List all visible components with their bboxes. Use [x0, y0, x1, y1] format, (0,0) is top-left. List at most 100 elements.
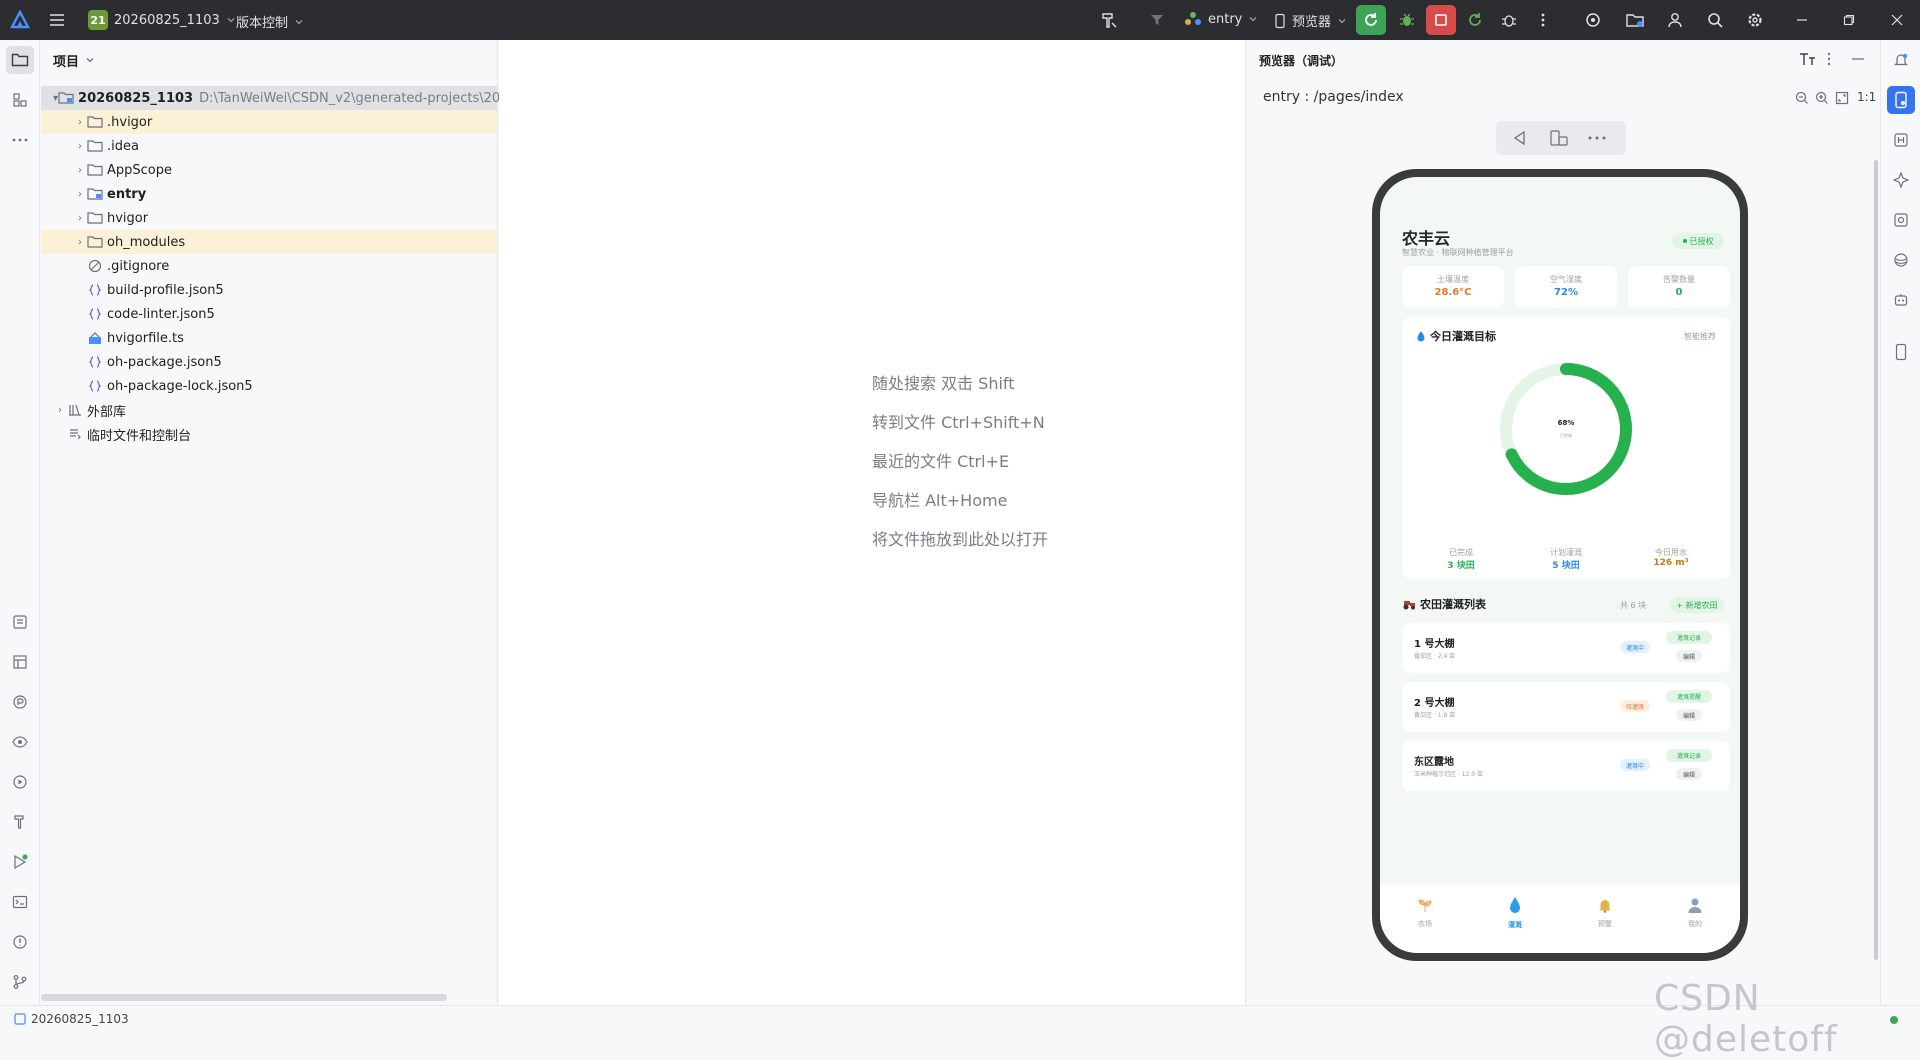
project-name: 20260825_1103 — [114, 12, 220, 28]
search-icon[interactable] — [1700, 5, 1730, 35]
chevron-right-icon[interactable]: › — [73, 117, 87, 128]
close-window-icon[interactable] — [1882, 5, 1912, 35]
profiler-icon[interactable] — [6, 688, 34, 716]
inspector-eye-icon[interactable] — [6, 728, 34, 756]
more-tools-icon[interactable] — [6, 126, 34, 154]
tree-root[interactable]: ▾ 20260825_1103 D:\TanWeiWei\CSDN_v2\gen… — [41, 86, 542, 110]
vcs-menu[interactable]: 版本控制 — [236, 12, 304, 31]
zoom-in-icon[interactable] — [1815, 91, 1829, 105]
build-icon[interactable] — [6, 808, 34, 836]
tree-item[interactable]: hvigorfile.ts — [41, 326, 497, 350]
tree-item[interactable]: code-linter.json5 — [41, 302, 497, 326]
settings-gear-icon[interactable] — [1740, 5, 1770, 35]
rotate-device-icon[interactable] — [1549, 129, 1569, 147]
restore-window-icon[interactable] — [1834, 5, 1864, 35]
plugin-icon[interactable] — [1578, 5, 1608, 35]
previewer-device-icon[interactable] — [1887, 86, 1915, 114]
more-actions-icon[interactable] — [1528, 5, 1558, 35]
todo-icon[interactable] — [6, 608, 34, 636]
minimize-icon[interactable] — [1787, 5, 1817, 35]
chevron-right-icon[interactable]: › — [73, 213, 87, 224]
field-action-primary[interactable]: 灌溉记录 — [1666, 631, 1712, 644]
device-more-icon[interactable] — [1588, 136, 1606, 140]
code-check-icon[interactable] — [1887, 206, 1915, 234]
tree-item[interactable]: › oh_modules — [41, 230, 497, 254]
project-folder-icon[interactable] — [6, 46, 34, 74]
tab-user[interactable]: 我的 — [1668, 895, 1722, 929]
tree-item[interactable]: › .idea — [41, 134, 497, 158]
stat-card-humidity[interactable]: 空气湿度 72% — [1515, 266, 1617, 308]
zoom-out-icon[interactable] — [1795, 91, 1809, 105]
more-options-icon[interactable] — [1827, 52, 1831, 66]
device-manager-icon[interactable] — [1887, 338, 1915, 366]
tab-bell[interactable]: 预警 — [1578, 895, 1632, 929]
tree-item[interactable]: › entry — [41, 182, 497, 206]
tree-scratches[interactable]: 临时文件和控制台 — [41, 422, 497, 446]
run-icon[interactable] — [6, 848, 34, 876]
database-icon[interactable] — [1887, 246, 1915, 274]
robot-icon[interactable] — [1887, 286, 1915, 314]
zoom-one-to-one[interactable]: 1:1 — [1857, 90, 1876, 104]
account-icon[interactable] — [1660, 5, 1690, 35]
attach-debugger-icon[interactable] — [1494, 5, 1524, 35]
tree-item[interactable]: oh-package-lock.json5 — [41, 374, 497, 398]
terminal-icon[interactable] — [6, 888, 34, 916]
problems-icon[interactable] — [6, 928, 34, 956]
reload-icon[interactable] — [1460, 5, 1490, 35]
chevron-right-icon[interactable]: › — [53, 405, 67, 416]
tab-water-drop[interactable]: 灌溉 — [1488, 895, 1542, 930]
ai-assistant-icon[interactable] — [1887, 166, 1915, 194]
chevron-right-icon[interactable]: › — [73, 189, 87, 200]
tree-item[interactable]: oh-package.json5 — [41, 350, 497, 374]
tree-item[interactable]: › .hvigor — [41, 110, 497, 134]
tree-item[interactable]: › AppScope — [41, 158, 497, 182]
field-action-edit[interactable]: 编辑 — [1676, 768, 1702, 780]
chevron-right-icon[interactable]: › — [73, 237, 87, 248]
tree-item[interactable]: › hvigor — [41, 206, 497, 230]
device-selector[interactable]: 预览器 — [1274, 11, 1347, 30]
field-card[interactable]: 东区露地 玉米种植示范区 · 12.0 亩 灌溉中 灌溉记录 编辑 — [1402, 741, 1730, 791]
notifications-bell-icon[interactable] — [1887, 46, 1915, 74]
tree-external-libs[interactable]: › 外部库 — [41, 398, 497, 422]
main-menu-icon[interactable] — [48, 11, 66, 29]
stop-button[interactable] — [1426, 5, 1456, 35]
goal-link[interactable]: 智能推荐 — [1684, 331, 1716, 342]
back-icon[interactable] — [1511, 129, 1529, 147]
services-icon[interactable] — [6, 768, 34, 796]
structure-icon[interactable] — [6, 86, 34, 114]
chevron-right-icon[interactable]: › — [73, 141, 87, 152]
run-refresh-button[interactable] — [1356, 5, 1386, 35]
folder-sync-icon[interactable] — [1620, 5, 1650, 35]
field-card[interactable]: 2 号大棚 黄瓜区 · 1.8 亩 待灌溉 灌溉提醒 编辑 — [1402, 682, 1730, 732]
filter-icon[interactable] — [1142, 5, 1172, 35]
project-panel-header[interactable]: 项目 — [41, 40, 497, 80]
field-card[interactable]: 1 号大棚 番茄区 · 2.4 亩 灌溉中 灌溉记录 编辑 — [1402, 623, 1730, 673]
status-project-name[interactable]: 20260825_1103 — [31, 1012, 129, 1026]
tree-item[interactable]: build-profile.json5 — [41, 278, 497, 302]
stat-card-alerts[interactable]: 告警数量 0 — [1628, 266, 1730, 308]
editor-empty-area[interactable]: 随处搜索 双击 Shift 转到文件 Ctrl+Shift+N 最近的文件 Ct… — [499, 40, 1246, 1005]
preview-scrollbar[interactable] — [1874, 160, 1878, 960]
fit-screen-icon[interactable] — [1835, 91, 1849, 105]
git-branch-icon[interactable] — [6, 968, 34, 996]
tab-sprout[interactable]: 农场 — [1398, 895, 1452, 929]
app-logo-icon[interactable] — [10, 10, 30, 30]
chevron-right-icon[interactable]: › — [73, 165, 87, 176]
stat-card-soil[interactable]: 土壤温度 28.6°C — [1402, 266, 1504, 308]
log-table-icon[interactable] — [6, 648, 34, 676]
debug-bug-icon[interactable] — [1392, 5, 1422, 35]
run-config-selector[interactable]: entry — [1184, 11, 1258, 27]
harmony-icon[interactable] — [1887, 126, 1915, 154]
font-size-icon[interactable] — [1799, 52, 1817, 66]
build-hammer-icon[interactable] — [1094, 5, 1124, 35]
project-switcher[interactable]: 21 20260825_1103 — [88, 10, 236, 30]
field-action-edit[interactable]: 编辑 — [1676, 709, 1702, 721]
field-action-primary[interactable]: 灌溉记录 — [1666, 749, 1712, 762]
add-field-button[interactable]: + 新增农田 — [1670, 597, 1724, 613]
hide-panel-icon[interactable] — [1851, 52, 1865, 66]
field-action-primary[interactable]: 灌溉提醒 — [1666, 690, 1712, 703]
tree-item[interactable]: .gitignore — [41, 254, 497, 278]
field-action-edit[interactable]: 编辑 — [1676, 650, 1702, 662]
tree-item-label: oh-package-lock.json5 — [107, 378, 253, 394]
horizontal-scrollbar[interactable] — [41, 994, 447, 1001]
